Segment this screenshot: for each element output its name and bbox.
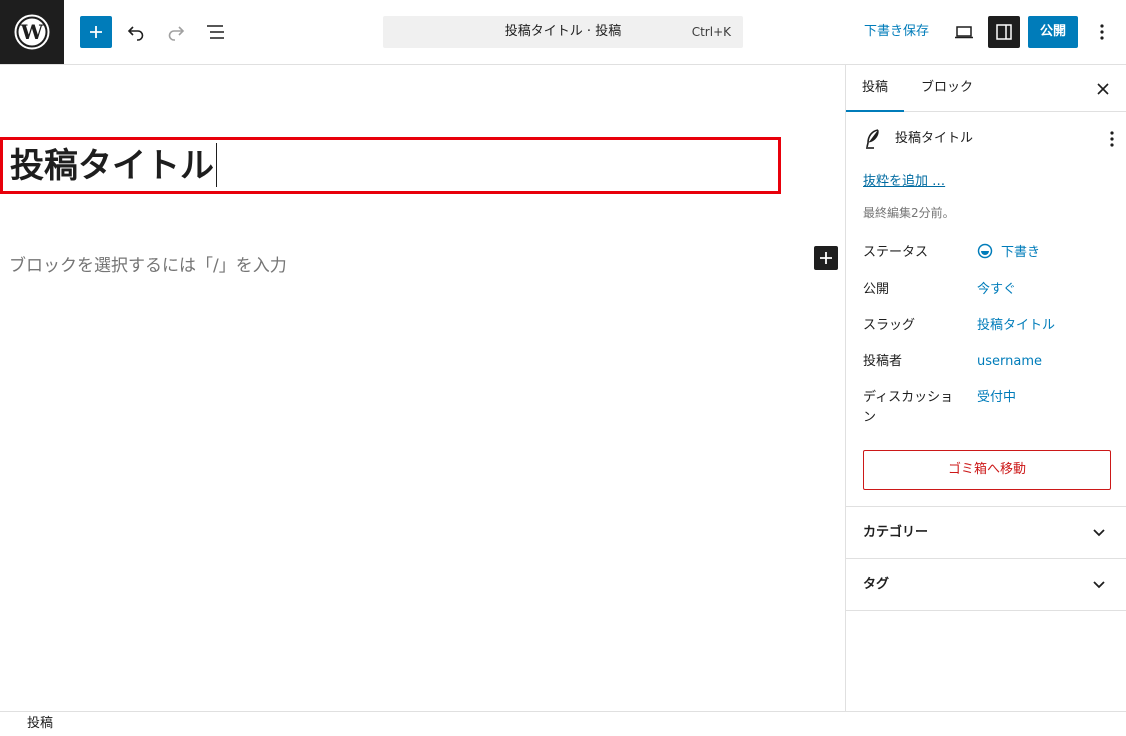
plus-icon <box>820 252 832 264</box>
text-caret <box>216 142 217 187</box>
editor-footer: 投稿 <box>0 711 1126 736</box>
more-vertical-icon <box>1100 24 1104 40</box>
more-vertical-icon <box>1110 131 1114 147</box>
document-title: 投稿タイトル · 投稿 <box>504 24 622 39</box>
tab-post[interactable]: 投稿 <box>846 65 904 112</box>
editor-canvas[interactable]: 投稿タイトル ブロックを選択するには「/」を入力 <box>0 65 845 711</box>
status-value-button[interactable]: 下書き <box>977 243 1040 263</box>
settings-sidebar: 投稿 ブロック 投稿タイトル 抜粋を追加 … 最終編集2分前。 ステータス 下書… <box>845 65 1126 711</box>
redo-icon <box>168 26 185 41</box>
publish-label: 公開 <box>863 282 890 297</box>
wordpress-logo-button[interactable]: W <box>0 0 64 64</box>
undo-button[interactable] <box>120 16 152 48</box>
command-palette-bar[interactable]: 投稿タイトル · 投稿 Ctrl+K <box>383 16 743 48</box>
panel-categories[interactable]: カテゴリー <box>846 506 1126 558</box>
status-value: 下書き <box>1001 245 1041 260</box>
plus-icon <box>90 26 102 38</box>
post-title-wrapper: 投稿タイトル <box>10 142 217 187</box>
wordpress-icon: W <box>14 14 50 50</box>
list-view-button[interactable] <box>200 16 232 48</box>
block-appender-placeholder[interactable]: ブロックを選択するには「/」を入力 <box>9 251 287 276</box>
desktop-icon <box>955 26 973 39</box>
list-view-icon <box>207 25 224 39</box>
move-to-trash-button[interactable]: ゴミ箱へ移動 <box>863 450 1111 490</box>
close-sidebar-button[interactable] <box>1091 77 1115 101</box>
panel-tags[interactable]: タグ <box>846 558 1126 610</box>
preview-button[interactable] <box>948 16 980 48</box>
block-inserter-toggle[interactable] <box>80 16 112 48</box>
discussion-value-button[interactable]: 受付中 <box>977 388 1016 408</box>
last-edited-text: 最終編集2分前。 <box>863 206 955 220</box>
editor-header: W 投稿タイトル · 投稿 Ctrl+K 下書き保存 公開 <box>0 0 1126 65</box>
author-value-button[interactable]: username <box>977 352 1042 372</box>
chevron-down-icon <box>1093 581 1105 589</box>
sidebar-icon <box>996 24 1012 40</box>
chevron-down-icon <box>1093 529 1105 537</box>
slug-label: スラッグ <box>863 318 916 333</box>
options-menu-button[interactable] <box>1086 16 1118 48</box>
close-icon <box>1097 83 1109 95</box>
undo-icon <box>127 26 144 41</box>
post-title-field[interactable]: 投稿タイトル <box>0 137 781 194</box>
post-actions-menu-button[interactable] <box>1100 127 1124 151</box>
command-shortcut: Ctrl+K <box>691 25 731 39</box>
save-draft-button[interactable]: 下書き保存 <box>856 16 937 48</box>
settings-sidebar-toggle[interactable] <box>988 16 1020 48</box>
breadcrumb[interactable]: 投稿 <box>27 712 53 736</box>
panel-divider <box>846 610 1126 611</box>
slug-value-button[interactable]: 投稿タイトル <box>977 316 1055 336</box>
publish-value-button[interactable]: 今すぐ <box>977 280 1016 300</box>
post-feather-icon <box>866 129 879 149</box>
tab-block[interactable]: ブロック <box>905 65 989 112</box>
author-label: 投稿者 <box>863 354 903 369</box>
status-label: ステータス <box>863 245 929 260</box>
sidebar-tabs: 投稿 ブロック <box>846 65 1126 112</box>
add-excerpt-link[interactable]: 抜粋を追加 … <box>863 170 945 189</box>
summary-post-title: 投稿タイトル <box>895 131 974 146</box>
redo-button[interactable] <box>160 16 192 48</box>
draft-status-icon <box>977 243 993 259</box>
publish-button[interactable]: 公開 <box>1028 16 1078 48</box>
svg-text:W: W <box>20 20 44 44</box>
categories-panel-title: カテゴリー <box>863 525 929 540</box>
inline-block-inserter-button[interactable] <box>814 246 838 270</box>
post-summary-header: 投稿タイトル <box>862 127 1114 151</box>
post-title-text: 投稿タイトル <box>10 146 214 186</box>
tags-panel-title: タグ <box>863 577 890 592</box>
discussion-label: ディスカッション <box>863 390 954 425</box>
